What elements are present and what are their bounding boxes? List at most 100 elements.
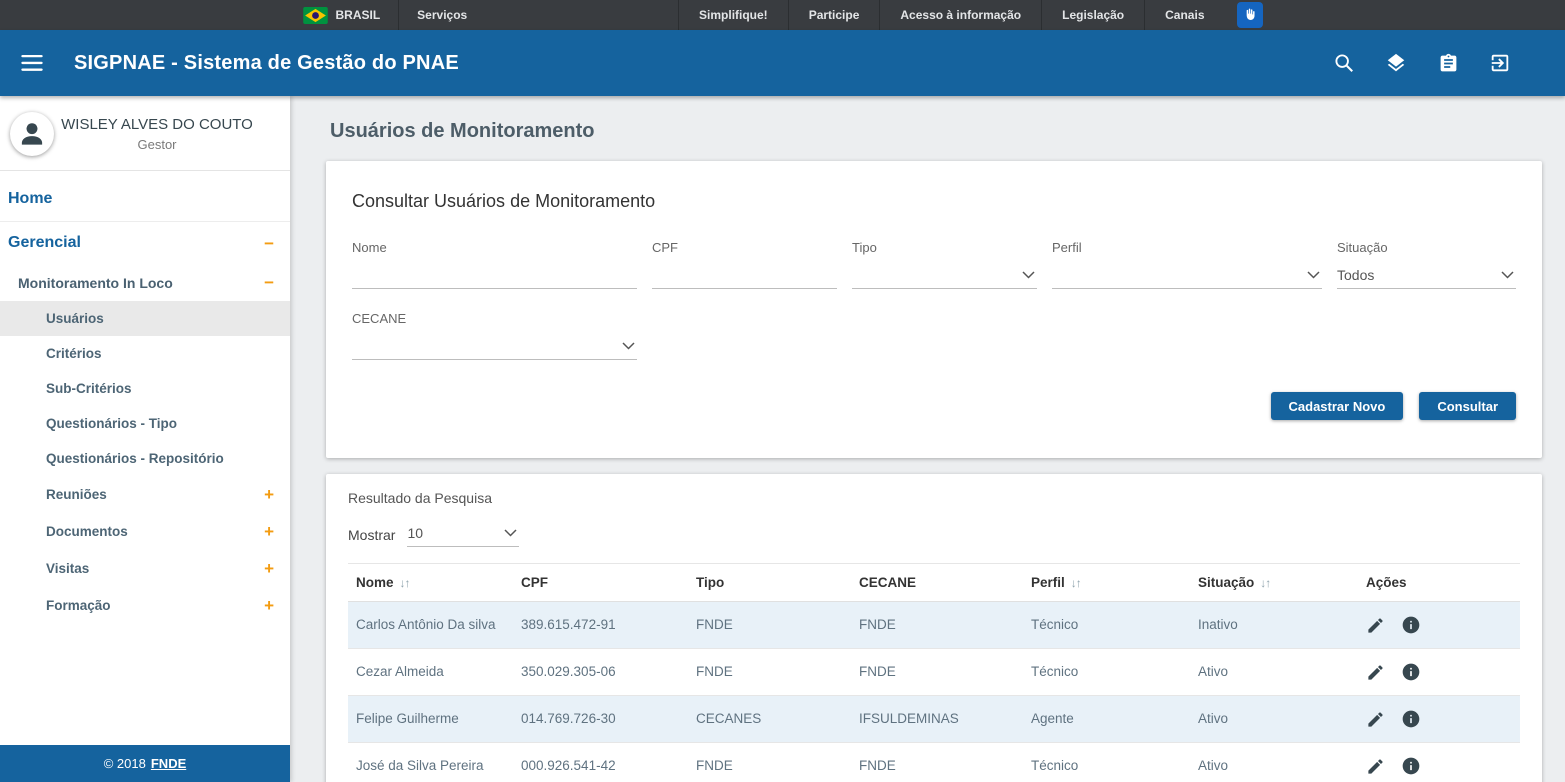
column-header-perfil[interactable]: Perfil↓↑ bbox=[1023, 564, 1190, 602]
logout-icon[interactable] bbox=[1485, 48, 1515, 78]
search-icon[interactable] bbox=[1329, 48, 1359, 78]
nome-input[interactable] bbox=[352, 264, 637, 289]
gov-brand[interactable]: BRASIL bbox=[303, 0, 399, 30]
column-header-acoes: Ações bbox=[1358, 564, 1520, 602]
sidebar-item-documentos[interactable]: Documentos + bbox=[0, 513, 290, 550]
cadastrar-novo-button[interactable]: Cadastrar Novo bbox=[1271, 392, 1404, 420]
gov-link-acesso-informacao[interactable]: Acesso à informação bbox=[879, 0, 1041, 30]
chevron-down-icon bbox=[504, 529, 517, 537]
sidebar-footer: © 2018 FNDE bbox=[0, 745, 290, 782]
table-header-row: Nome↓↑ CPF Tipo CECANE Perfil↓↑ Situação… bbox=[348, 564, 1520, 602]
info-icon[interactable] bbox=[1401, 662, 1421, 682]
chevron-down-icon bbox=[622, 342, 635, 350]
edit-icon[interactable] bbox=[1366, 616, 1385, 635]
column-header-cecane: CECANE bbox=[851, 564, 1023, 602]
consult-card: Consultar Usuários de Monitoramento Nome… bbox=[326, 161, 1542, 458]
table-row: Cezar Almeida 350.029.305-06 FNDE FNDE T… bbox=[348, 649, 1520, 696]
gov-link-canais[interactable]: Canais bbox=[1144, 0, 1224, 30]
info-icon[interactable] bbox=[1401, 709, 1421, 729]
tipo-field-wrapper: Tipo bbox=[852, 240, 1037, 289]
edit-icon[interactable] bbox=[1366, 710, 1385, 729]
assignment-icon[interactable] bbox=[1433, 48, 1463, 78]
app-bar: SIGPNAE - Sistema de Gestão do PNAE bbox=[0, 30, 1565, 96]
cpf-input[interactable] bbox=[652, 264, 837, 289]
tipo-label: Tipo bbox=[852, 240, 1037, 255]
menu-icon[interactable] bbox=[14, 45, 50, 81]
sidebar-item-usuarios[interactable]: Usuários bbox=[0, 301, 290, 336]
chevron-down-icon bbox=[1307, 271, 1320, 279]
nome-label: Nome bbox=[352, 240, 637, 255]
nome-field-wrapper: Nome bbox=[352, 240, 637, 289]
main-content: Usuários de Monitoramento Consultar Usuá… bbox=[290, 96, 1565, 782]
app-title: SIGPNAE - Sistema de Gestão do PNAE bbox=[74, 52, 459, 75]
situacao-select[interactable]: Todos bbox=[1337, 264, 1516, 289]
collapse-icon[interactable]: − bbox=[264, 274, 274, 291]
page-size-select[interactable]: 10 bbox=[407, 522, 519, 547]
perfil-select[interactable] bbox=[1052, 264, 1322, 289]
tipo-select[interactable] bbox=[852, 264, 1037, 289]
edit-icon[interactable] bbox=[1366, 663, 1385, 682]
sidebar-item-home[interactable]: Home bbox=[0, 177, 290, 221]
sort-icon[interactable]: ↓↑ bbox=[400, 576, 410, 590]
avatar bbox=[10, 112, 54, 156]
column-header-tipo: Tipo bbox=[688, 564, 851, 602]
info-icon[interactable] bbox=[1401, 615, 1421, 635]
results-card: Resultado da Pesquisa Mostrar 10 Nome↓↑ … bbox=[326, 474, 1542, 782]
perfil-field-wrapper: Perfil bbox=[1052, 240, 1322, 289]
sidebar-item-sub-criterios[interactable]: Sub-Critérios bbox=[0, 371, 290, 406]
fnde-link[interactable]: FNDE bbox=[151, 756, 186, 771]
sidebar-item-formacao[interactable]: Formação + bbox=[0, 587, 290, 624]
gov-bar: BRASIL Serviços Simplifique! Participe A… bbox=[0, 0, 1565, 30]
user-name: WISLEY ALVES DO COUTO bbox=[54, 116, 260, 135]
edit-icon[interactable] bbox=[1366, 757, 1385, 776]
chevron-down-icon bbox=[1022, 271, 1035, 279]
column-header-nome[interactable]: Nome↓↑ bbox=[348, 564, 513, 602]
sidebar-item-questionarios-tipo[interactable]: Questionários - Tipo bbox=[0, 406, 290, 441]
brazil-flag-icon bbox=[303, 7, 328, 24]
column-header-situacao[interactable]: Situação↓↑ bbox=[1190, 564, 1358, 602]
expand-icon[interactable]: + bbox=[264, 560, 274, 577]
results-table: Nome↓↑ CPF Tipo CECANE Perfil↓↑ Situação… bbox=[348, 563, 1520, 782]
gov-link-simplifique[interactable]: Simplifique! bbox=[678, 0, 788, 30]
cecane-select[interactable] bbox=[352, 335, 637, 360]
cecane-field-wrapper: CECANE bbox=[352, 311, 637, 360]
situacao-label: Situação bbox=[1337, 240, 1516, 255]
sidebar-nav: Home Gerencial − Monitoramento In Loco −… bbox=[0, 171, 290, 745]
cpf-field-wrapper: CPF bbox=[652, 240, 837, 289]
table-row: Felipe Guilherme 014.769.726-30 CECANES … bbox=[348, 696, 1520, 743]
user-role: Gestor bbox=[54, 137, 260, 152]
user-profile: WISLEY ALVES DO COUTO Gestor bbox=[0, 96, 290, 171]
expand-icon[interactable]: + bbox=[264, 486, 274, 503]
page-title: Usuários de Monitoramento bbox=[330, 120, 1542, 143]
expand-icon[interactable]: + bbox=[264, 523, 274, 540]
info-icon[interactable] bbox=[1401, 756, 1421, 776]
chevron-down-icon bbox=[1501, 271, 1514, 279]
sort-icon[interactable]: ↓↑ bbox=[1260, 576, 1270, 590]
sidebar-item-criterios[interactable]: Critérios bbox=[0, 336, 290, 371]
gov-brand-label: BRASIL bbox=[336, 8, 381, 22]
gov-link-legislacao[interactable]: Legislação bbox=[1041, 0, 1144, 30]
table-row: José da Silva Pereira 000.926.541-42 FND… bbox=[348, 743, 1520, 782]
table-row: Carlos Antônio Da silva 389.615.472-91 F… bbox=[348, 602, 1520, 649]
situacao-field-wrapper: Situação Todos bbox=[1337, 240, 1516, 289]
sort-icon[interactable]: ↓↑ bbox=[1071, 576, 1081, 590]
sidebar-item-questionarios-repositorio[interactable]: Questionários - Repositório bbox=[0, 441, 290, 476]
perfil-label: Perfil bbox=[1052, 240, 1322, 255]
consult-card-title: Consultar Usuários de Monitoramento bbox=[352, 191, 1516, 212]
gov-link-participe[interactable]: Participe bbox=[788, 0, 880, 30]
layers-icon[interactable] bbox=[1381, 48, 1411, 78]
cpf-label: CPF bbox=[652, 240, 837, 255]
mostrar-label: Mostrar bbox=[348, 527, 395, 543]
sidebar-item-reunioes[interactable]: Reuniões + bbox=[0, 476, 290, 513]
collapse-icon[interactable]: − bbox=[264, 235, 274, 252]
copyright-text: © 2018 bbox=[104, 756, 146, 771]
sidebar: WISLEY ALVES DO COUTO Gestor Home Gerenc… bbox=[0, 96, 290, 782]
sidebar-item-visitas[interactable]: Visitas + bbox=[0, 550, 290, 587]
consultar-button[interactable]: Consultar bbox=[1419, 392, 1516, 420]
vlibras-icon[interactable] bbox=[1237, 2, 1263, 28]
expand-icon[interactable]: + bbox=[264, 597, 274, 614]
gov-link-servicos[interactable]: Serviços bbox=[398, 0, 485, 30]
sidebar-item-gerencial[interactable]: Gerencial − bbox=[0, 221, 290, 264]
sidebar-item-monitoramento-in-loco[interactable]: Monitoramento In Loco − bbox=[0, 264, 290, 301]
column-header-cpf: CPF bbox=[513, 564, 688, 602]
